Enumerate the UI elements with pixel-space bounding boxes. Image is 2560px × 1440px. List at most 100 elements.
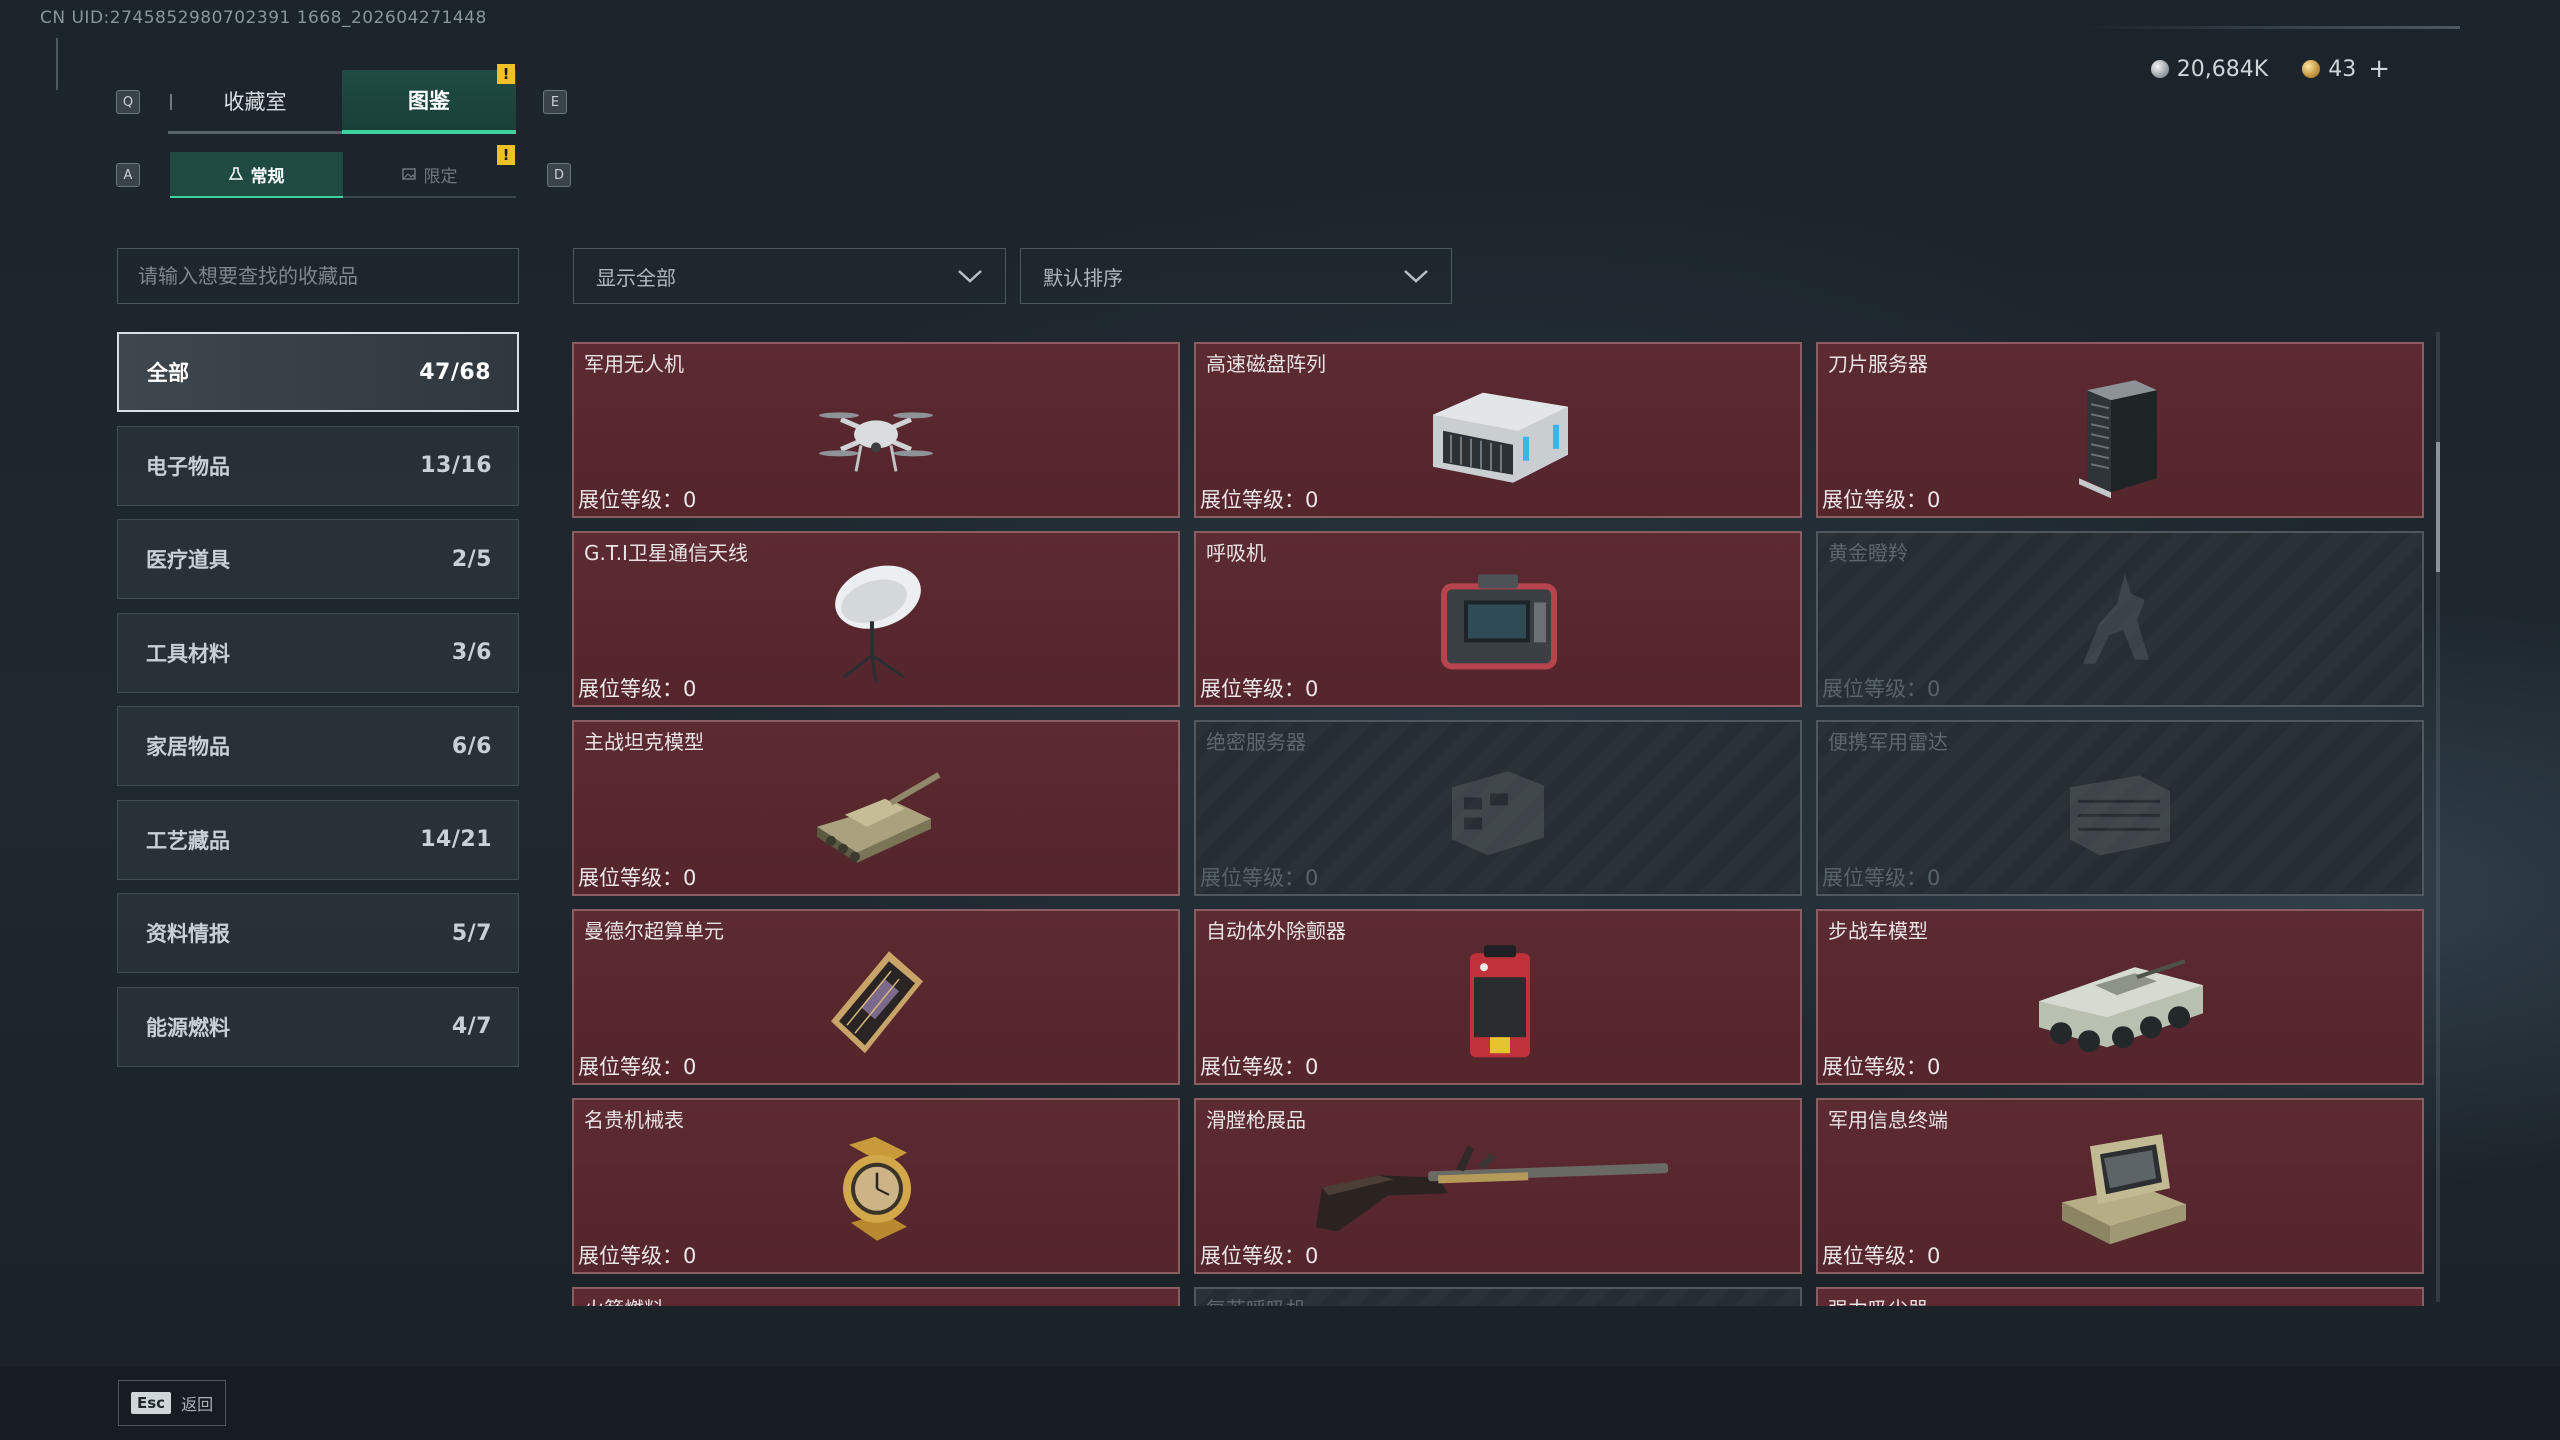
esc-key-hint: Esc [131,1392,172,1414]
category-label: 全部 [147,361,189,385]
category-count: 5/7 [451,920,492,946]
display-filter-dropdown[interactable]: 显示全部 [573,248,1006,304]
subtab-regular[interactable]: 常规 [170,152,343,198]
category-intel[interactable]: 资料情报 5/7 [117,893,519,973]
category-all[interactable]: 全部 47/68 [117,332,519,412]
category-label: 能源燃料 [146,1015,230,1040]
level-value: 0 [1305,866,1319,890]
silver-amount: 20,684K [2176,56,2269,82]
level-label: 展位等级： [578,1244,683,1268]
item-card[interactable]: 刀片服务器 展位等级：0 [1816,342,2424,518]
tab-codex[interactable]: 图鉴 [342,70,516,134]
terminal-icon [2062,1134,2186,1245]
blade-server-icon [2079,380,2157,499]
category-label: 工具材料 [146,641,230,666]
item-card[interactable]: 火箭燃料 [572,1287,1180,1306]
item-card[interactable]: 呼吸机 展位等级：0 [1194,531,1802,707]
item-card-locked[interactable]: 黄金瞪羚 展位等级：0 [1816,531,2424,707]
back-button[interactable]: Esc 返回 [118,1380,227,1426]
category-tools[interactable]: 工具材料 3/6 [117,612,519,693]
display-filter-value: 显示全部 [596,265,676,290]
item-card[interactable]: 军用信息终端 展位等级：0 [1816,1098,2424,1274]
category-label: 家居物品 [146,735,230,759]
add-currency-button[interactable]: + [2368,54,2390,84]
item-name: 自动体外除颤器 [1206,919,1346,943]
category-list: 全部 47/68 电子物品 13/16 医疗道具 2/5 工具材料 3/6 家居… [117,332,519,1080]
level-value: 0 [1305,488,1319,512]
level-value: 0 [1927,488,1941,512]
search-box [117,248,519,304]
subtab-alert-icon: ! [497,145,515,165]
category-electronics[interactable]: 电子物品 13/16 [117,425,519,506]
key-hint-prev-subtab: A [116,163,140,187]
watch-icon [843,1136,911,1241]
category-crafts[interactable]: 工艺藏品 14/21 [117,799,519,880]
item-grid-viewport[interactable]: 军用无人机 展位等级：0 高速磁盘阵列 展位等级：0 刀片服务器 展位等级：0 … [572,342,2426,1306]
tab-label: 收藏室 [223,89,287,114]
level-label: 展位等级： [1200,677,1305,701]
category-count: 47/68 [419,359,491,385]
category-household[interactable]: 家居物品 6/6 [117,706,519,786]
grid-scrollbar[interactable] [2436,332,2440,1302]
item-name: 呼吸机 [1206,541,1266,565]
category-medical[interactable]: 医疗道具 2/5 [117,519,519,599]
key-hint-next-subtab: D [547,163,571,187]
scrollbar-thumb[interactable] [2436,442,2440,572]
item-card-locked[interactable]: 复苏呼吸机 [1194,1287,1802,1306]
item-name: 军用信息终端 [1828,1108,1948,1132]
item-name: 滑膛枪展品 [1206,1108,1306,1132]
category-count: 2/5 [451,546,492,572]
item-name: 军用无人机 [584,352,684,376]
item-name: 黄金瞪羚 [1828,541,1908,565]
top-decoration-line [2080,26,2460,29]
category-count: 13/16 [420,453,492,478]
chevron-down-icon [958,270,982,283]
sort-dropdown[interactable]: 默认排序 [1020,248,1452,304]
back-label: 返回 [181,1395,214,1414]
item-card[interactable]: 自动体外除颤器 展位等级：0 [1194,909,1802,1085]
flask-icon [228,167,243,180]
category-energy[interactable]: 能源燃料 4/7 [117,986,519,1067]
defibrillator-icon [1470,945,1530,1058]
level-value: 0 [683,488,697,512]
subtab-limited[interactable]: 限定 [343,152,516,198]
key-hint-next-tab: E [543,90,567,114]
item-level: 展位等级：0 [578,673,696,703]
item-level: 展位等级：0 [1200,862,1318,892]
level-value: 0 [1927,1055,1941,1079]
item-card[interactable]: 名贵机械表 展位等级：0 [572,1098,1180,1274]
item-card[interactable]: 强力吸尘器 [1816,1287,2424,1306]
item-card[interactable]: 滑膛枪展品 展位等级：0 [1194,1098,1802,1274]
item-grid: 军用无人机 展位等级：0 高速磁盘阵列 展位等级：0 刀片服务器 展位等级：0 … [572,342,2426,1306]
item-name: 便携军用雷达 [1828,730,1948,754]
item-card-locked[interactable]: 便携军用雷达 展位等级：0 [1816,720,2424,896]
level-value: 0 [683,1055,697,1079]
item-card[interactable]: 主战坦克模型 展位等级：0 [572,720,1180,896]
gold-coin-icon [2302,60,2321,78]
item-card[interactable]: 军用无人机 展位等级：0 [572,342,1180,518]
level-label: 展位等级： [1822,1055,1927,1079]
item-name: 主战坦克模型 [584,730,704,754]
level-label: 展位等级： [1200,866,1305,890]
level-value: 0 [1305,1244,1319,1268]
search-input[interactable] [138,264,498,288]
item-card[interactable]: G.T.I卫星通信天线 展位等级：0 [572,531,1180,707]
item-level: 展位等级：0 [1200,484,1318,514]
category-count: 4/7 [451,1014,492,1039]
item-card[interactable]: 高速磁盘阵列 展位等级：0 [1194,342,1802,518]
item-name: 名贵机械表 [584,1108,684,1132]
gazelle-icon [2083,573,2149,664]
item-card-locked[interactable]: 绝密服务器 展位等级：0 [1194,720,1802,896]
category-label: 工艺藏品 [146,828,230,853]
gold-currency: 43 + [2302,54,2390,84]
item-name: 高速磁盘阵列 [1206,352,1326,376]
item-name: G.T.I卫星通信天线 [584,541,748,565]
item-level: 展位等级：0 [1822,673,1940,703]
tab-collection-room[interactable]: 收藏室 [168,70,342,134]
drone-icon [819,412,933,472]
item-name: 火箭燃料 [584,1293,664,1306]
item-card[interactable]: 步战车模型 展位等级：0 [1816,909,2424,1085]
level-label: 展位等级： [578,488,683,512]
ifv-icon [2039,959,2203,1053]
item-card[interactable]: 曼德尔超算单元 展位等级：0 [572,909,1180,1085]
